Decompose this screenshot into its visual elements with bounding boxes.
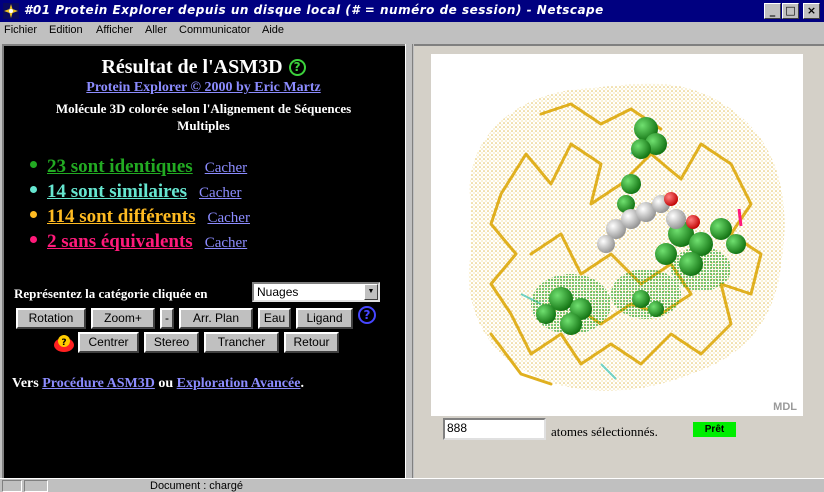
water-button[interactable]: Eau: [258, 308, 291, 329]
page-title: Résultat de l'ASM3D?: [4, 56, 403, 79]
title-bar: #01 Protein Explorer depuis un disque lo…: [0, 0, 824, 22]
netscape-window: #01 Protein Explorer depuis un disque lo…: [0, 0, 824, 492]
minimize-button[interactable]: _: [764, 3, 781, 19]
category-different-link[interactable]: 114 sont différents: [47, 206, 195, 227]
question-help-icon[interactable]: ?: [358, 306, 376, 324]
status-badge: Prêt: [693, 422, 736, 437]
vers-text: Vers: [12, 376, 39, 391]
bullet-icon: [30, 161, 37, 168]
security-icon[interactable]: [2, 480, 22, 492]
warning-icon[interactable]: ?: [53, 333, 75, 353]
menu-bar: Fichier Edition Afficher Aller Communica…: [0, 22, 824, 40]
represent-label: Représentez la catégorie cliquée en: [14, 286, 208, 301]
subtitle: Molécule 3D colorée selon l'Alignement d…: [55, 101, 352, 133]
hide-unmatched-link[interactable]: Cacher: [205, 235, 247, 251]
status-bar: Document : chargé: [0, 478, 824, 492]
back-button[interactable]: Retour: [284, 332, 339, 353]
molecule-viewer[interactable]: MDL: [431, 54, 803, 416]
category-identical-link[interactable]: 23 sont identiques: [47, 156, 193, 177]
mdl-watermark: MDL: [773, 401, 797, 413]
period-text: .: [300, 376, 304, 391]
bullet-icon: [30, 186, 37, 193]
menu-aide[interactable]: Aide: [262, 24, 284, 36]
category-different: 114 sont différents Cacher: [30, 206, 250, 230]
right-viewer-frame: MDL 888 atomes sélectionnés. Prêt: [414, 44, 824, 478]
progress-cell: [24, 480, 48, 492]
rotation-button[interactable]: Rotation: [16, 308, 86, 329]
bullet-icon: [30, 211, 37, 218]
menu-fichier[interactable]: Fichier: [4, 24, 37, 36]
background-button[interactable]: Arr. Plan: [179, 308, 253, 329]
credit-link[interactable]: Protein Explorer © 2000 by Eric Martz: [4, 80, 403, 96]
frame-splitter[interactable]: [405, 44, 413, 478]
center-button[interactable]: Centrer: [78, 332, 139, 353]
advanced-exploration-link[interactable]: Exploration Avancée: [177, 376, 301, 391]
menu-edition[interactable]: Edition: [49, 24, 83, 36]
representation-value: Nuages: [257, 285, 299, 299]
category-unmatched-link[interactable]: 2 sans équivalents: [47, 231, 193, 252]
molecule-render: [468, 83, 785, 391]
hide-similar-link[interactable]: Cacher: [199, 185, 241, 201]
hide-different-link[interactable]: Cacher: [207, 210, 249, 226]
atom-count-field[interactable]: 888: [443, 418, 546, 440]
netscape-app-icon: [3, 3, 19, 19]
zoom-out-button[interactable]: -: [160, 308, 174, 329]
window-title: #01 Protein Explorer depuis un disque lo…: [24, 3, 604, 17]
maximize-button[interactable]: □: [782, 3, 799, 19]
category-similar-link[interactable]: 14 sont similaires: [47, 181, 187, 202]
zoom-in-button[interactable]: Zoom+: [91, 308, 155, 329]
hide-identical-link[interactable]: Cacher: [205, 160, 247, 176]
menu-aller[interactable]: Aller: [145, 24, 167, 36]
ou-text: ou: [158, 376, 174, 391]
representation-select[interactable]: Nuages ▼: [252, 282, 380, 302]
page-title-text: Résultat de l'ASM3D: [101, 56, 283, 78]
category-unmatched: 2 sans équivalents Cacher: [30, 231, 247, 255]
stereo-button[interactable]: Stereo: [144, 332, 199, 353]
category-similar: 14 sont similaires Cacher: [30, 181, 242, 205]
close-button[interactable]: ×: [803, 3, 820, 19]
navigation-links: Vers Procédure ASM3D ou Exploration Avan…: [12, 376, 304, 392]
help-icon[interactable]: ?: [288, 59, 306, 76]
category-identical: 23 sont identiques Cacher: [30, 156, 247, 180]
bullet-icon: [30, 236, 37, 243]
menu-communicator[interactable]: Communicator: [179, 24, 251, 36]
svg-text:?: ?: [61, 338, 66, 348]
left-control-frame: Résultat de l'ASM3D? Protein Explorer © …: [2, 44, 405, 478]
chevron-down-icon[interactable]: ▼: [364, 284, 378, 300]
atom-count-label: atomes sélectionnés.: [551, 424, 658, 439]
procedure-asm3d-link[interactable]: Procédure ASM3D: [42, 376, 155, 391]
menu-afficher[interactable]: Afficher: [96, 24, 133, 36]
status-text: Document : chargé: [150, 480, 243, 492]
ligand-button[interactable]: Ligand: [296, 308, 353, 329]
slab-button[interactable]: Trancher: [204, 332, 279, 353]
